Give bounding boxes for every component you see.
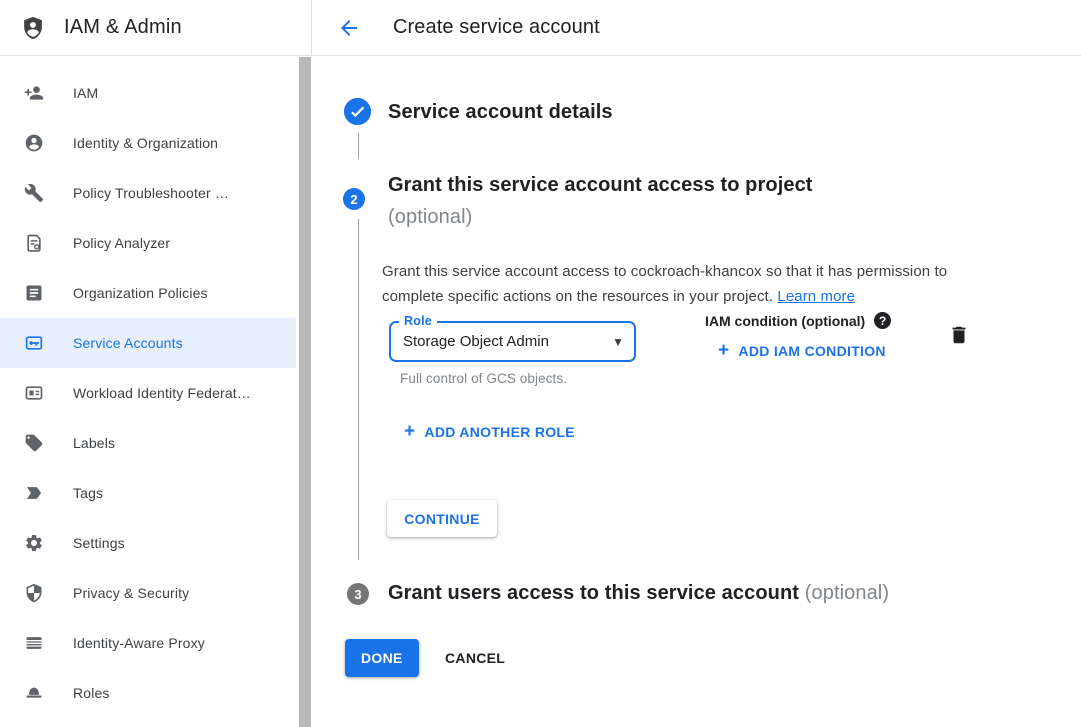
step2-description-text: Grant this service account access to coc… xyxy=(382,263,947,305)
help-icon[interactable]: ? xyxy=(874,312,891,329)
main-content: Service account details 2 Grant this ser… xyxy=(312,56,1081,727)
sidebar-item-workload-identity-federat[interactable]: Workload Identity Federat… xyxy=(0,368,296,418)
learn-more-link[interactable]: Learn more xyxy=(777,288,855,305)
stepper-connector xyxy=(358,133,359,159)
label-tag-icon xyxy=(24,433,44,453)
page-header: Create service account xyxy=(312,0,1081,55)
person-add-icon xyxy=(24,83,44,103)
role-selected-value: Storage Object Admin xyxy=(403,333,612,350)
sidebar: IAM Identity & Organization Policy Troub… xyxy=(0,56,312,727)
add-another-role-button[interactable]: + ADD ANOTHER ROLE xyxy=(404,422,575,441)
sidebar-item-labels[interactable]: Labels xyxy=(0,418,296,468)
step3-title: Grant users access to this service accou… xyxy=(388,582,889,605)
label-important-icon xyxy=(24,483,44,503)
sidebar-scrollbar[interactable] xyxy=(299,57,311,727)
sidebar-item-identity-organization[interactable]: Identity & Organization xyxy=(0,118,296,168)
sidebar-item-policy-analyzer[interactable]: Policy Analyzer xyxy=(0,218,296,268)
step2-number: 2 xyxy=(350,192,357,207)
plus-icon: + xyxy=(718,341,729,360)
product-title: IAM & Admin xyxy=(64,16,182,39)
step2-description: Grant this service account access to coc… xyxy=(382,259,982,309)
add-iam-condition-label: ADD IAM CONDITION xyxy=(738,343,885,359)
step3-number: 3 xyxy=(354,587,361,602)
back-arrow-icon[interactable] xyxy=(337,16,361,40)
done-button[interactable]: DONE xyxy=(345,639,419,677)
sidebar-item-organization-policies[interactable]: Organization Policies xyxy=(0,268,296,318)
delete-role-icon[interactable] xyxy=(948,324,970,346)
add-another-role-label: ADD ANOTHER ROLE xyxy=(424,424,575,440)
gcp-console-window: IAM & Admin Create service account IAM I… xyxy=(0,0,1081,727)
sidebar-item-privacy-security[interactable]: Privacy & Security xyxy=(0,568,296,618)
continue-button[interactable]: CONTINUE xyxy=(387,500,497,537)
striped-card-icon xyxy=(24,633,44,653)
sidebar-item-iam[interactable]: IAM xyxy=(0,68,296,118)
gear-icon xyxy=(24,533,44,553)
page-title: Create service account xyxy=(393,16,600,39)
sidebar-item-service-accounts[interactable]: Service Accounts xyxy=(0,318,296,368)
iam-condition-label: IAM condition (optional) xyxy=(705,313,865,329)
shield-icon xyxy=(24,583,44,603)
step1-check-icon xyxy=(344,98,371,125)
policy-doc-icon xyxy=(24,233,44,253)
step3-optional-label: (optional) xyxy=(805,582,889,604)
service-account-key-icon xyxy=(24,333,44,353)
sidebar-item-identity-aware-proxy[interactable]: Identity-Aware Proxy xyxy=(0,618,296,668)
product-header: IAM & Admin xyxy=(0,0,312,55)
role-helper-text: Full control of GCS objects. xyxy=(400,371,567,386)
sidebar-item-roles[interactable]: Roles xyxy=(0,668,296,718)
badge-card-icon xyxy=(24,383,44,403)
cancel-button[interactable]: CANCEL xyxy=(429,639,521,677)
bowler-hat-icon xyxy=(24,683,44,703)
plus-icon: + xyxy=(404,422,415,441)
app-bar: IAM & Admin Create service account xyxy=(0,0,1081,56)
stepper-connector xyxy=(358,219,359,560)
role-field-label: Role xyxy=(399,314,437,328)
sidebar-item-policy-troubleshooter[interactable]: Policy Troubleshooter … xyxy=(0,168,296,218)
step2-title-text: Grant this service account access to pro… xyxy=(388,169,813,201)
step3-title-text: Grant users access to this service accou… xyxy=(388,582,799,604)
iam-condition-header: IAM condition (optional) ? xyxy=(705,312,891,329)
add-iam-condition-button[interactable]: + ADD IAM CONDITION xyxy=(718,341,886,360)
dropdown-arrow-icon: ▼ xyxy=(612,335,624,349)
iam-admin-shield-icon xyxy=(20,15,46,41)
sidebar-item-settings[interactable]: Settings xyxy=(0,518,296,568)
step2-title: Grant this service account access to pro… xyxy=(388,169,813,233)
step2-optional-label: (optional) xyxy=(388,201,813,233)
step3-number-badge: 3 xyxy=(347,583,369,605)
step2-number-badge: 2 xyxy=(343,188,365,210)
wrench-icon xyxy=(24,183,44,203)
step1-title: Service account details xyxy=(388,101,613,124)
role-select[interactable]: Role Storage Object Admin ▼ xyxy=(389,321,636,362)
article-icon xyxy=(24,283,44,303)
account-circle-icon xyxy=(24,133,44,153)
sidebar-item-tags[interactable]: Tags xyxy=(0,468,296,518)
